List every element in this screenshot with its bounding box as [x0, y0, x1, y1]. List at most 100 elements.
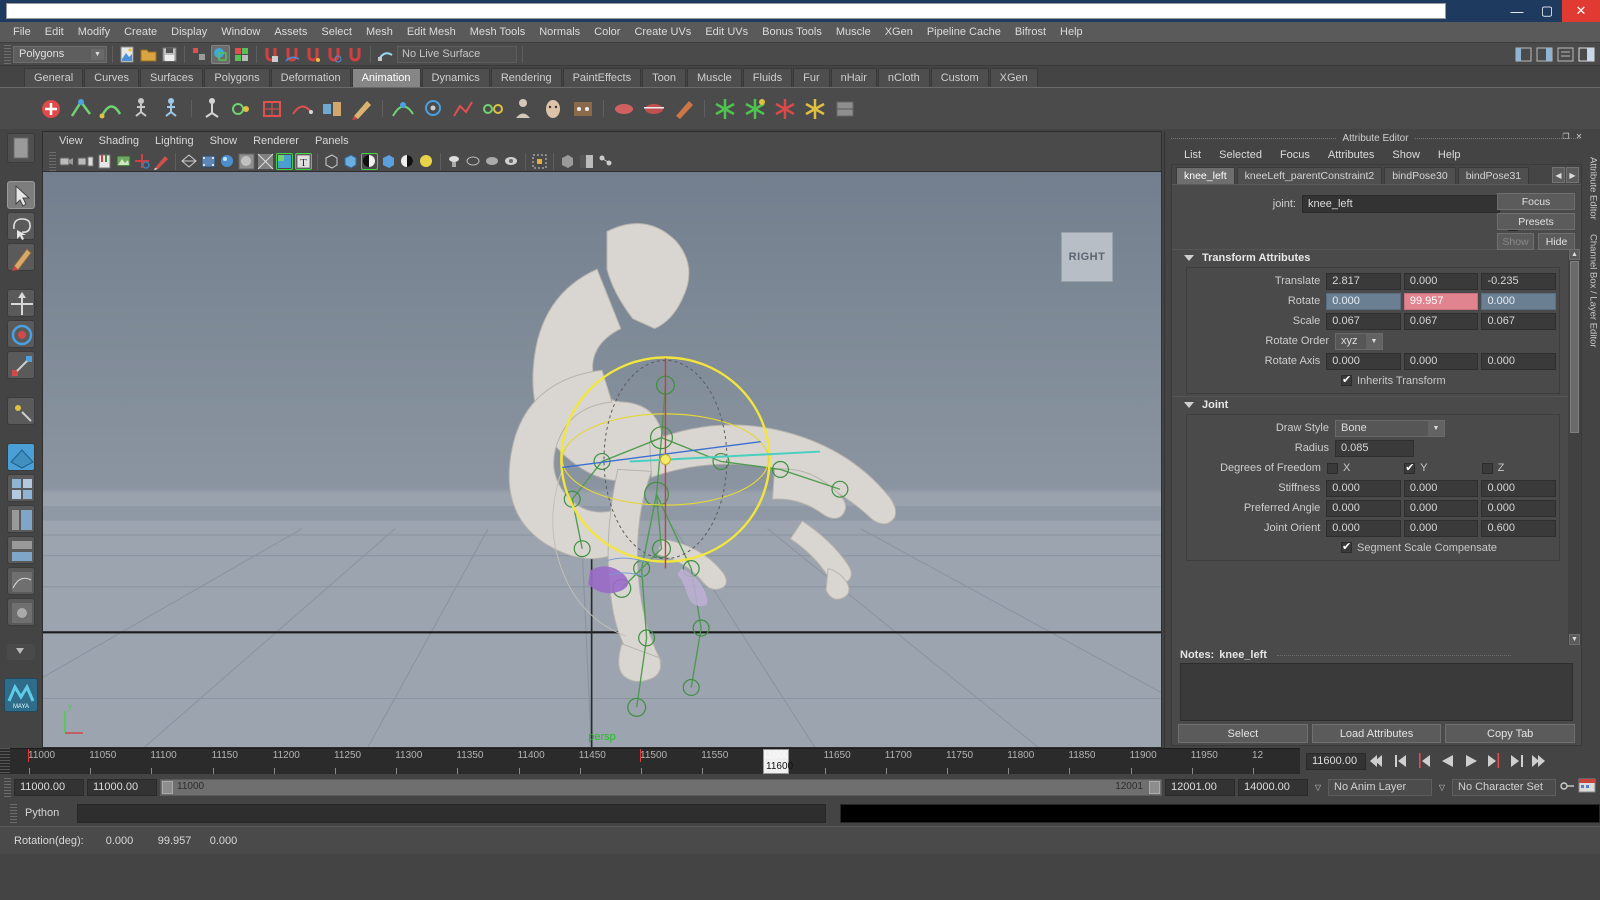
shelf-icon-head[interactable] [540, 96, 566, 122]
make-live-icon[interactable] [376, 45, 395, 64]
shelf-tab-xgen[interactable]: XGen [989, 68, 1038, 87]
go-to-start-button[interactable] [1369, 752, 1389, 770]
shelf-icon-face-rig[interactable] [570, 96, 596, 122]
menu-item-select[interactable]: Select [314, 22, 359, 43]
undo-icon[interactable] [190, 45, 209, 64]
flat-shade-icon[interactable] [238, 153, 255, 170]
statusline-grip[interactable] [4, 44, 11, 64]
timeline-current-time-indicator[interactable]: 11600 [763, 749, 793, 774]
menu-item-edit-mesh[interactable]: Edit Mesh [400, 22, 463, 43]
lights-icon[interactable] [446, 153, 463, 170]
command-output-field[interactable] [840, 803, 1600, 823]
shelf-icon-motion-path[interactable] [390, 96, 416, 122]
scale-z-field[interactable]: 0.067 [1481, 312, 1557, 330]
focus-button[interactable]: Focus [1497, 193, 1575, 210]
shelf-tab-general[interactable]: General [24, 68, 84, 87]
time-slider-grip[interactable] [0, 748, 10, 774]
save-scene-icon[interactable] [160, 45, 179, 64]
shelf-icon-paint-weights[interactable] [349, 96, 375, 122]
shelf-icon-set-driven-key[interactable] [450, 96, 476, 122]
select-camera-icon[interactable] [58, 153, 75, 170]
shelf-icon-lattice[interactable] [259, 96, 285, 122]
show-hide-channel-box-icon[interactable] [1577, 45, 1596, 64]
tab-scroll-right-icon[interactable]: ▶ [1566, 167, 1579, 183]
show-hide-attribute-editor-icon[interactable] [1535, 45, 1554, 64]
dof-z-item[interactable]: Z [1481, 462, 1559, 474]
layout-hypergraph-icon[interactable] [7, 536, 35, 564]
ae-menu-list[interactable]: List [1175, 149, 1210, 161]
shelf-tab-custom[interactable]: Custom [930, 68, 989, 87]
shelf-icon-muscle-edit[interactable] [641, 96, 667, 122]
go-to-end-button[interactable] [1530, 752, 1550, 770]
rotate-x-field[interactable]: 0.000 [1326, 292, 1401, 310]
joint-orient-x-field[interactable]: 0.000 [1326, 519, 1401, 537]
playback-start-field[interactable]: 11000.00 [87, 778, 157, 796]
shelf-icon-muscle-create[interactable] [611, 96, 637, 122]
draw-style-dropdown[interactable]: Bone ▼ [1335, 419, 1445, 437]
shelf-tab-deformation[interactable]: Deformation [270, 68, 351, 87]
texture-display-icon[interactable] [276, 153, 293, 170]
vertical-tab-channel-box[interactable]: Channel Box / Layer Editor [1588, 234, 1599, 348]
menu-item-mesh[interactable]: Mesh [359, 22, 400, 43]
viewport-menu-show[interactable]: Show [202, 132, 246, 151]
menu-item-edit[interactable]: Edit [38, 22, 71, 43]
segment-scale-compensate-row[interactable]: Segment Scale Compensate [1187, 538, 1559, 557]
layout-four-view-icon[interactable] [7, 474, 35, 502]
new-scene-icon[interactable] [118, 45, 137, 64]
dof-y-item[interactable]: Y [1404, 461, 1481, 474]
view-transform-icon[interactable] [597, 153, 614, 170]
scrollbar-thumb[interactable] [1570, 261, 1579, 433]
smooth-shade-all-icon[interactable] [219, 153, 236, 170]
depth-of-field-icon[interactable] [399, 153, 416, 170]
shelf-tab-painteffects[interactable]: PaintEffects [562, 68, 642, 87]
menu-item-color[interactable]: Color [587, 22, 627, 43]
open-scene-icon[interactable] [139, 45, 158, 64]
copy-tab-button[interactable]: Copy Tab [1445, 724, 1576, 743]
qwerty-toolbar-icon[interactable] [7, 133, 35, 163]
shelf-icon-wire-tool[interactable] [289, 96, 315, 122]
shelf-tab-surfaces[interactable]: Surfaces [139, 68, 204, 87]
xray-joints-icon[interactable] [559, 153, 576, 170]
viewport-menu-renderer[interactable]: Renderer [245, 132, 307, 151]
rotate-tool-icon[interactable] [7, 320, 35, 348]
current-frame-field[interactable]: 11600.00 [1306, 752, 1366, 770]
select-tool-icon[interactable] [7, 181, 35, 209]
preferred-angle-z-field[interactable]: 0.000 [1481, 499, 1557, 517]
translate-y-field[interactable]: 0.000 [1403, 272, 1479, 290]
shelf-icon-xgen-red[interactable] [772, 96, 798, 122]
menu-item-bifrost[interactable]: Bifrost [1008, 22, 1053, 43]
ae-menu-attributes[interactable]: Attributes [1319, 149, 1383, 161]
radius-field[interactable]: 0.085 [1335, 439, 1414, 457]
character-set-selector[interactable]: No Character Set [1452, 778, 1556, 796]
tab-scroll-left-icon[interactable]: ◀ [1552, 167, 1565, 183]
view-cube-right-label[interactable]: RIGHT [1061, 232, 1113, 282]
anim-layer-selector[interactable]: No Anim Layer [1328, 778, 1432, 796]
viewport-menu-view[interactable]: View [51, 132, 91, 151]
no-lights-icon[interactable] [465, 153, 482, 170]
range-bar[interactable]: 11000 12001 [160, 778, 1162, 796]
preferred-angle-x-field[interactable]: 0.000 [1326, 499, 1401, 517]
shelf-icon-xgen-green-2[interactable] [742, 96, 768, 122]
layout-graph-editor-icon[interactable] [7, 567, 35, 595]
menu-item-create[interactable]: Create [117, 22, 164, 43]
scroll-down-icon[interactable]: ▼ [1569, 634, 1580, 645]
shelf-icon-skeleton-joint[interactable] [128, 96, 154, 122]
paint-select-tool-icon[interactable] [7, 243, 35, 271]
universal-manipulator-icon[interactable] [7, 397, 35, 425]
shelf-tab-ncloth[interactable]: nCloth [877, 68, 930, 87]
auto-key-icon[interactable] [1559, 779, 1575, 796]
rotate-z-field[interactable]: 0.000 [1481, 292, 1557, 310]
one-light-icon[interactable] [484, 153, 501, 170]
viewport-3d[interactable]: RIGHT persp y [43, 172, 1161, 747]
shelf-icon-xgen-yellow[interactable] [802, 96, 828, 122]
notes-textarea[interactable] [1180, 663, 1573, 721]
rotate-order-dropdown[interactable]: xyz ▼ [1335, 332, 1383, 350]
step-forward-key-button[interactable] [1507, 752, 1527, 770]
range-slider-grip[interactable] [4, 777, 11, 797]
animation-preferences-icon[interactable] [1578, 778, 1596, 796]
two-d-pan-zoom-icon[interactable] [134, 153, 151, 170]
image-plane-icon[interactable] [115, 153, 132, 170]
snap-to-view-plane-icon[interactable] [346, 45, 365, 64]
scale-tool-icon[interactable] [7, 351, 35, 379]
viewport-menu-panels[interactable]: Panels [307, 132, 357, 151]
